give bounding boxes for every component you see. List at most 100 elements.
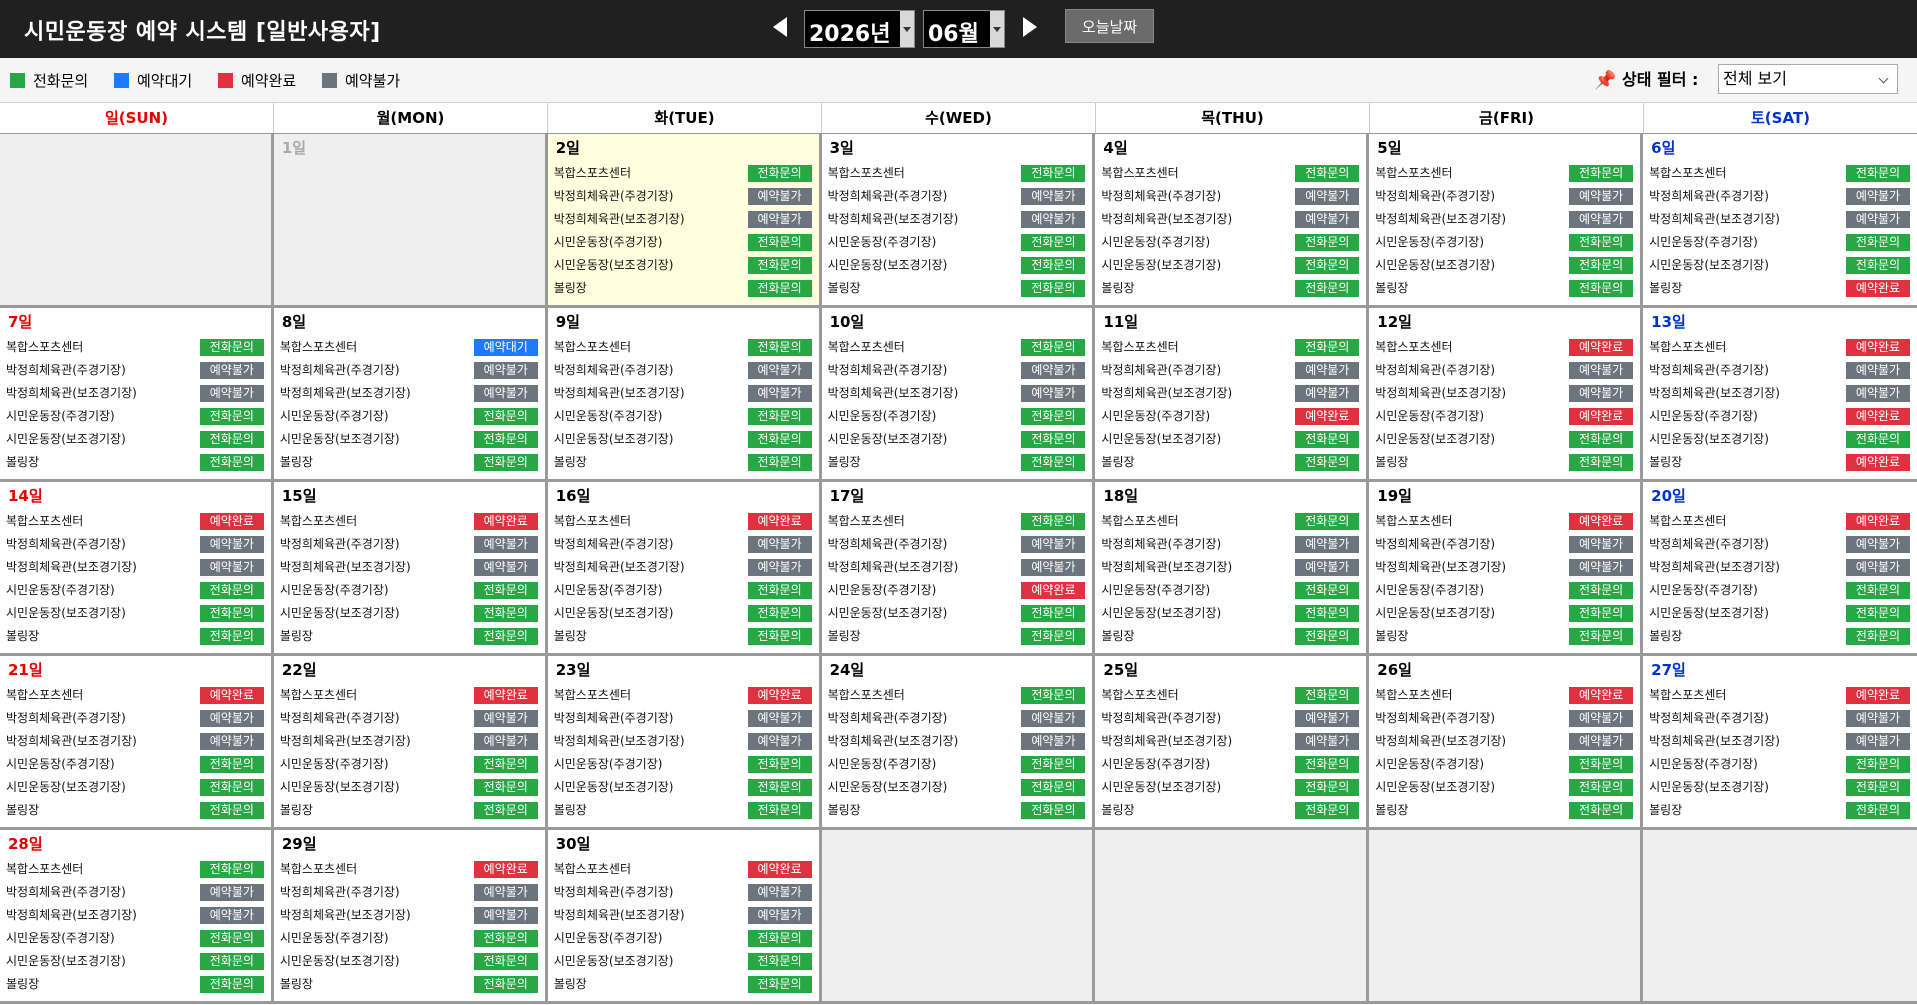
status-badge[interactable]: 예약불가 [1569, 733, 1634, 750]
status-badge[interactable]: 전화문의 [747, 605, 812, 622]
day-cell[interactable]: 11일 복합스포츠센터 전화문의 박정희체육관(주경기장) 예약불가 박정희체육관(보조경… [1095, 308, 1370, 482]
status-badge[interactable]: 예약불가 [1295, 536, 1360, 553]
status-badge[interactable]: 전화문의 [473, 802, 538, 819]
status-badge[interactable]: 예약완료 [1846, 408, 1910, 425]
status-badge[interactable]: 예약완료 [1569, 408, 1634, 425]
status-badge[interactable]: 전화문의 [1846, 628, 1910, 645]
status-badge[interactable]: 전화문의 [1021, 280, 1086, 297]
day-cell[interactable]: 30일 복합스포츠센터 예약완료 박정희체육관(주경기장) 예약불가 박정희체육관(보조경… [547, 830, 822, 1004]
status-badge[interactable]: 전화문의 [199, 628, 264, 645]
status-badge[interactable]: 전화문의 [1295, 431, 1360, 448]
status-badge[interactable]: 예약대기 [473, 339, 538, 356]
day-cell[interactable]: 8일 복합스포츠센터 예약대기 박정희체육관(주경기장) 예약불가 박정희체육관(보조경기… [273, 308, 548, 482]
status-badge[interactable]: 전화문의 [199, 339, 264, 356]
status-badge[interactable]: 전화문의 [473, 628, 538, 645]
status-badge[interactable]: 예약완료 [1846, 280, 1910, 297]
status-badge[interactable]: 전화문의 [473, 779, 538, 796]
status-badge[interactable]: 전화문의 [1021, 234, 1086, 251]
status-badge[interactable]: 전화문의 [747, 779, 812, 796]
day-cell[interactable]: 26일 복합스포츠센터 예약완료 박정희체육관(주경기장) 예약불가 박정희체육관(보조경… [1369, 656, 1644, 830]
status-badge[interactable]: 전화문의 [1569, 280, 1634, 297]
status-badge[interactable]: 전화문의 [1569, 454, 1634, 471]
status-badge[interactable]: 예약완료 [747, 513, 812, 530]
status-badge[interactable]: 전화문의 [1569, 234, 1634, 251]
status-badge[interactable]: 전화문의 [1021, 513, 1086, 530]
status-badge[interactable]: 예약불가 [1021, 559, 1086, 576]
status-badge[interactable]: 전화문의 [747, 976, 812, 993]
status-badge[interactable]: 전화문의 [199, 861, 264, 878]
status-badge[interactable]: 예약완료 [747, 861, 812, 878]
status-badge[interactable]: 전화문의 [747, 756, 812, 773]
day-cell[interactable]: 29일 복합스포츠센터 예약완료 박정희체육관(주경기장) 예약불가 박정희체육관(보조경… [273, 830, 548, 1004]
day-cell[interactable]: 15일 복합스포츠센터 예약완료 박정희체육관(주경기장) 예약불가 박정희체육관(보조경… [273, 482, 548, 656]
status-badge[interactable]: 예약불가 [199, 884, 264, 901]
status-badge[interactable]: 전화문의 [1295, 454, 1360, 471]
status-badge[interactable]: 예약불가 [747, 385, 812, 402]
status-badge[interactable]: 예약완료 [1569, 513, 1634, 530]
status-badge[interactable]: 예약불가 [747, 884, 812, 901]
status-badge[interactable]: 전화문의 [1569, 582, 1634, 599]
status-badge[interactable]: 예약완료 [199, 513, 264, 530]
status-badge[interactable]: 전화문의 [1021, 165, 1086, 182]
status-badge[interactable]: 전화문의 [1846, 582, 1910, 599]
status-badge[interactable]: 전화문의 [1846, 779, 1910, 796]
status-badge[interactable]: 전화문의 [199, 408, 264, 425]
status-badge[interactable]: 전화문의 [747, 953, 812, 970]
status-badge[interactable]: 전화문의 [747, 930, 812, 947]
day-cell[interactable]: 21일 복합스포츠센터 예약완료 박정희체육관(주경기장) 예약불가 박정희체육관(보조경… [0, 656, 274, 830]
day-cell[interactable]: 7일 복합스포츠센터 전화문의 박정희체육관(주경기장) 예약불가 박정희체육관(보조경기… [0, 308, 274, 482]
status-badge[interactable]: 예약불가 [1021, 211, 1086, 228]
status-badge[interactable]: 전화문의 [1295, 165, 1360, 182]
status-badge[interactable]: 예약불가 [747, 733, 812, 750]
status-badge[interactable]: 예약완료 [1295, 408, 1360, 425]
status-badge[interactable]: 예약불가 [1846, 188, 1910, 205]
day-cell[interactable]: 10일 복합스포츠센터 전화문의 박정희체육관(주경기장) 예약불가 박정희체육관(보조경… [821, 308, 1096, 482]
day-cell[interactable]: 19일 복합스포츠센터 예약완료 박정희체육관(주경기장) 예약불가 박정희체육관(보조경… [1369, 482, 1644, 656]
status-badge[interactable]: 예약불가 [1021, 733, 1086, 750]
status-badge[interactable]: 전화문의 [1569, 802, 1634, 819]
status-badge[interactable]: 예약완료 [1021, 582, 1086, 599]
status-badge[interactable]: 예약불가 [1846, 362, 1910, 379]
status-badge[interactable]: 전화문의 [1569, 165, 1634, 182]
status-badge[interactable]: 전화문의 [473, 431, 538, 448]
status-badge[interactable]: 예약불가 [199, 385, 264, 402]
status-badge[interactable]: 예약불가 [747, 710, 812, 727]
status-badge[interactable]: 예약불가 [199, 559, 264, 576]
status-badge[interactable]: 전화문의 [1295, 802, 1360, 819]
status-badge[interactable]: 예약완료 [1846, 687, 1910, 704]
status-badge[interactable]: 예약완료 [1846, 339, 1910, 356]
status-badge[interactable]: 전화문의 [1021, 257, 1086, 274]
status-badge[interactable]: 전화문의 [199, 454, 264, 471]
status-badge[interactable]: 예약불가 [199, 907, 264, 924]
status-badge[interactable]: 예약불가 [1021, 710, 1086, 727]
status-badge[interactable]: 전화문의 [473, 976, 538, 993]
status-badge[interactable]: 전화문의 [1846, 257, 1910, 274]
status-badge[interactable]: 전화문의 [1569, 257, 1634, 274]
status-filter-select[interactable]: 전체 보기 [1718, 64, 1898, 94]
status-badge[interactable]: 전화문의 [1021, 756, 1086, 773]
day-cell[interactable]: 14일 복합스포츠센터 예약완료 박정희체육관(주경기장) 예약불가 박정희체육관(보조경… [0, 482, 274, 656]
day-cell[interactable]: 4일 복합스포츠센터 전화문의 박정희체육관(주경기장) 예약불가 박정희체육관(보조경기… [1095, 134, 1370, 308]
status-badge[interactable]: 예약불가 [1569, 211, 1634, 228]
status-badge[interactable]: 전화문의 [199, 802, 264, 819]
status-badge[interactable]: 전화문의 [1021, 408, 1086, 425]
status-badge[interactable]: 전화문의 [747, 280, 812, 297]
status-badge[interactable]: 전화문의 [747, 802, 812, 819]
status-badge[interactable]: 전화문의 [473, 408, 538, 425]
status-badge[interactable]: 전화문의 [1569, 431, 1634, 448]
status-badge[interactable]: 전화문의 [1295, 513, 1360, 530]
status-badge[interactable]: 전화문의 [1295, 687, 1360, 704]
status-badge[interactable]: 예약불가 [1846, 536, 1910, 553]
status-badge[interactable]: 전화문의 [1021, 454, 1086, 471]
status-badge[interactable]: 예약불가 [1569, 188, 1634, 205]
status-badge[interactable]: 예약불가 [747, 907, 812, 924]
status-badge[interactable]: 예약불가 [1021, 536, 1086, 553]
day-cell[interactable]: 13일 복합스포츠센터 예약완료 박정희체육관(주경기장) 예약불가 박정희체육관(보조경… [1643, 308, 1917, 482]
status-badge[interactable]: 전화문의 [1295, 605, 1360, 622]
status-badge[interactable]: 전화문의 [747, 628, 812, 645]
status-badge[interactable]: 예약불가 [1295, 362, 1360, 379]
status-badge[interactable]: 예약불가 [1846, 733, 1910, 750]
status-badge[interactable]: 전화문의 [1295, 234, 1360, 251]
status-badge[interactable]: 전화문의 [1021, 605, 1086, 622]
status-badge[interactable]: 전화문의 [747, 408, 812, 425]
